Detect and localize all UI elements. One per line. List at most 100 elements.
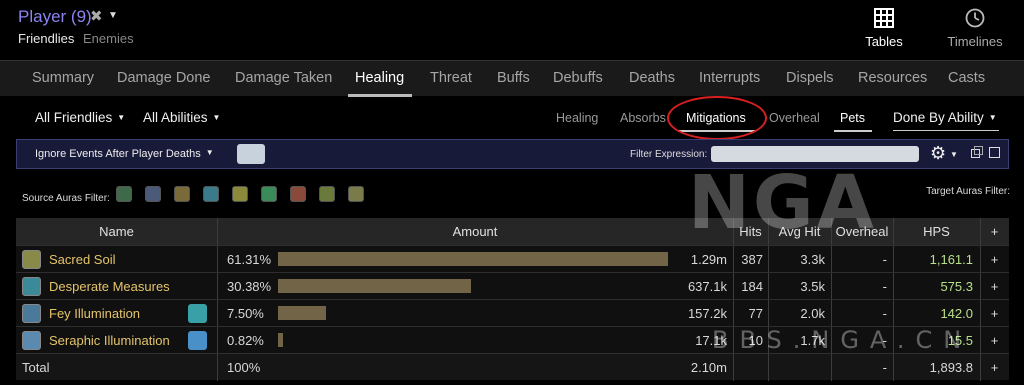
active-tab-indicator (348, 94, 412, 97)
tab-summary[interactable]: Summary (32, 70, 94, 86)
done-by-dropdown[interactable]: Done By Ability ▼ (893, 110, 997, 125)
ignore-events-dropdown[interactable]: Ignore Events After Player Deaths ▼ (35, 148, 214, 160)
table-row[interactable]: Desperate Measures 30.38% 637.1k 184 3.5k - 57… (16, 272, 1009, 300)
source-aura-icon[interactable] (203, 186, 219, 202)
total-hps: 1,893.8 (929, 360, 973, 375)
table-row[interactable]: Sacred Soil 61.31% 1.29m 387 3.3k - 1,161.1 + (16, 245, 1009, 273)
amount-bar (278, 306, 326, 320)
mode-overheal[interactable]: Overheal (769, 111, 820, 125)
tab-casts[interactable]: Casts (948, 70, 985, 86)
nga-watermark-logo: NGA (688, 160, 877, 246)
gear-icon[interactable]: ⚙ (930, 143, 946, 164)
ability-name[interactable]: Seraphic Illumination (49, 327, 170, 354)
ability-name[interactable]: Sacred Soil (49, 246, 115, 273)
overheal-value: - (882, 252, 887, 267)
tab-bar: Summary Damage Done Damage Taken Healing… (0, 60, 1024, 97)
tab-deaths[interactable]: Deaths (629, 70, 675, 86)
hps-value: 142.0 (940, 306, 973, 321)
avg-hit-value: 3.3k (800, 252, 825, 267)
friendlies-dropdown-label: All Friendlies (35, 110, 113, 125)
source-aura-icon[interactable] (261, 186, 277, 202)
abilities-dropdown[interactable]: All Abilities ▼ (143, 110, 220, 125)
total-add-button[interactable]: + (980, 354, 1009, 381)
avg-hit-value: 2.0k (800, 306, 825, 321)
tab-buffs[interactable]: Buffs (497, 70, 530, 86)
player-selector[interactable]: Player (9) (18, 7, 92, 27)
amount-pct: 30.38% (227, 279, 272, 294)
ability-icon (22, 277, 41, 296)
tab-interrupts[interactable]: Interrupts (699, 70, 760, 86)
table-total-row: Total 100% 2.10m - 1,893.8 + (16, 353, 1009, 381)
total-pct: 100% (227, 360, 261, 375)
mode-pets-underline (834, 130, 872, 132)
done-by-underline (893, 130, 999, 131)
chevron-down-icon: ▼ (117, 113, 126, 122)
source-aura-icon[interactable] (319, 186, 335, 202)
row-add-button[interactable]: + (980, 300, 1009, 327)
ignore-events-toggle[interactable] (237, 144, 265, 164)
nav-tables[interactable]: Tables (858, 6, 910, 49)
chevron-down-icon[interactable]: ▼ (950, 150, 958, 159)
subtab-friendlies[interactable]: Friendlies (18, 31, 74, 46)
table-row[interactable]: Fey Illumination 7.50% 157.2k 77 2.0k - 142.0 + (16, 299, 1009, 327)
ability-name[interactable]: Desperate Measures (49, 273, 170, 300)
nga-watermark-url: BBS.NGA.CN (712, 326, 973, 354)
col-name[interactable]: Name (16, 218, 217, 245)
ability-icon (22, 304, 41, 323)
hits-value: 387 (741, 252, 763, 267)
tab-threat[interactable]: Threat (430, 70, 472, 86)
tab-dispels[interactable]: Dispels (786, 70, 834, 86)
nav-timelines-label: Timelines (947, 34, 1003, 49)
col-hps[interactable]: HPS (893, 218, 980, 245)
col-add[interactable]: + (980, 218, 1009, 245)
highlight-circle (667, 96, 767, 140)
overheal-value: - (882, 306, 887, 321)
amount-pct: 61.31% (227, 252, 272, 267)
amount-pct: 0.82% (227, 333, 264, 348)
row-add-button[interactable]: + (980, 273, 1009, 300)
total-label: Total (22, 360, 50, 375)
source-aura-icon[interactable] (232, 186, 248, 202)
mode-pets[interactable]: Pets (840, 111, 865, 125)
source-auras-label: Source Auras Filter: (22, 193, 110, 204)
hits-value: 184 (741, 279, 763, 294)
tab-damage-done[interactable]: Damage Done (117, 70, 211, 86)
mode-healing[interactable]: Healing (556, 111, 598, 125)
abilities-dropdown-label: All Abilities (143, 110, 208, 125)
player-dropdown-caret-icon[interactable]: ▼ (108, 10, 118, 21)
hits-value: 77 (748, 306, 763, 321)
clock-icon (940, 6, 1010, 30)
source-aura-icon[interactable] (348, 186, 364, 202)
ability-name[interactable]: Fey Illumination (49, 300, 140, 327)
ability-icon (22, 331, 41, 350)
amount-value: 637.1k (687, 279, 727, 294)
source-aura-icon[interactable] (116, 186, 132, 202)
ignore-events-label: Ignore Events After Player Deaths (35, 148, 201, 160)
hps-value: 1,161.1 (929, 252, 973, 267)
tab-healing[interactable]: Healing (355, 70, 404, 86)
row-add-button[interactable]: + (980, 246, 1009, 273)
friendlies-dropdown[interactable]: All Friendlies ▼ (35, 110, 125, 125)
target-auras-label: Target Auras Filter: (926, 186, 1010, 197)
source-aura-icon[interactable] (290, 186, 306, 202)
tab-debuffs[interactable]: Debuffs (553, 70, 603, 86)
total-overheal: - (882, 360, 887, 375)
source-aura-icon[interactable] (174, 186, 190, 202)
source-aura-icon[interactable] (145, 186, 161, 202)
popout-window-back-icon (974, 146, 983, 155)
nav-tables-label: Tables (865, 34, 903, 49)
mode-absorbs[interactable]: Absorbs (620, 111, 666, 125)
tab-damage-taken[interactable]: Damage Taken (235, 70, 332, 86)
row-add-button[interactable]: + (980, 327, 1009, 354)
tab-resources[interactable]: Resources (858, 70, 927, 86)
chevron-down-icon: ▼ (205, 148, 214, 157)
subtab-enemies[interactable]: Enemies (83, 31, 134, 46)
clear-player-icon[interactable]: ✖ (90, 7, 103, 25)
amount-value: 157.2k (687, 306, 727, 321)
amount-pct: 7.50% (227, 306, 264, 321)
col-amount[interactable]: Amount (217, 218, 733, 245)
amount-value: 1.29m (690, 252, 727, 267)
avg-hit-value: 3.5k (800, 279, 825, 294)
maximize-icon[interactable] (989, 147, 1000, 158)
nav-timelines[interactable]: Timelines (940, 6, 1010, 49)
